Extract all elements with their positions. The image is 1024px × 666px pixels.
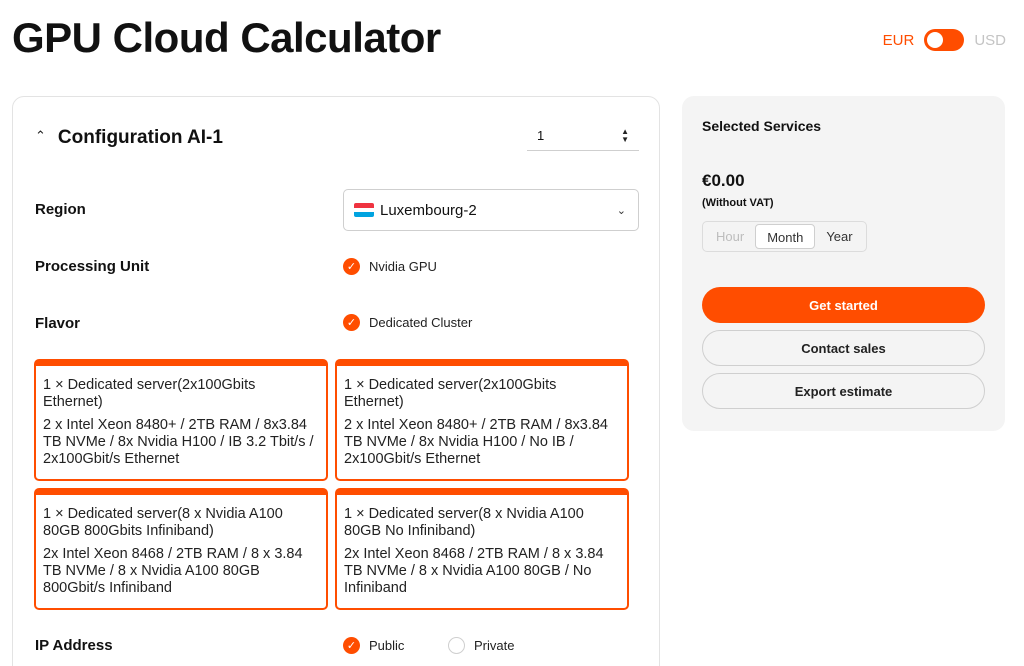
luxembourg-flag-icon <box>354 203 374 217</box>
chevron-down-icon: ⌄ <box>616 204 626 217</box>
currency-usd-label[interactable]: USD <box>974 32 1006 49</box>
quantity-value[interactable]: 1 <box>537 128 544 143</box>
configuration-title: Configuration AI-1 <box>57 127 223 148</box>
processing-option-label: Nvidia GPU <box>369 259 437 274</box>
flavor-option-dedicated[interactable]: ✓ Dedicated Cluster <box>343 314 472 331</box>
server-card-2[interactable]: 1 × Dedicated server(2x100Gbits Ethernet… <box>335 359 629 481</box>
ip-option-private[interactable]: Private <box>448 637 514 654</box>
chevron-up-icon[interactable]: ⌃ <box>35 128 46 144</box>
flavor-label: Flavor <box>35 315 81 332</box>
server-card-spec: 2x Intel Xeon 8468 / 2TB RAM / 8 x 3.84 … <box>43 546 303 596</box>
region-select[interactable]: Luxembourg-2 ⌄ <box>343 189 639 231</box>
server-card-title: 1 × Dedicated server(2x100Gbits Ethernet… <box>43 377 256 410</box>
toggle-knob <box>927 32 944 48</box>
server-card-spec: 2 x Intel Xeon 8480+ / 2TB RAM / 8x3.84 … <box>43 417 314 467</box>
vat-note: (Without VAT) <box>702 197 774 209</box>
period-month[interactable]: Month <box>755 224 816 249</box>
summary-title: Selected Services <box>702 118 822 134</box>
ip-private-label: Private <box>474 638 515 653</box>
page: GPU Cloud Calculator EUR USD ⌃ Configura… <box>0 0 1024 666</box>
flavor-option-label: Dedicated Cluster <box>369 315 473 330</box>
contact-sales-button[interactable]: Contact sales <box>702 330 985 366</box>
check-circle-icon[interactable]: ✓ <box>343 258 360 275</box>
region-label: Region <box>35 201 86 218</box>
ip-public-label: Public <box>369 638 405 653</box>
period-hour[interactable]: Hour <box>705 224 755 249</box>
export-estimate-button[interactable]: Export estimate <box>702 373 985 409</box>
stepper-arrows-icon[interactable]: ▲ ▼ <box>621 127 629 144</box>
configuration-panel: ⌃ Configuration AI-1 1 ▲ ▼ Region Luxembo… <box>12 96 660 666</box>
get-started-button[interactable]: Get started <box>702 287 985 323</box>
page-title: GPU Cloud Calculator <box>12 14 441 61</box>
total-price: €0.00 <box>702 171 745 190</box>
currency-toggle[interactable] <box>924 29 965 51</box>
period-year[interactable]: Year <box>815 224 863 249</box>
ip-address-label: IP Address <box>35 637 113 654</box>
server-card-1[interactable]: 1 × Dedicated server(2x100Gbits Ethernet… <box>34 359 328 481</box>
check-circle-icon[interactable]: ✓ <box>343 637 360 654</box>
radio-empty-icon[interactable] <box>448 637 465 654</box>
currency-eur-label[interactable]: EUR <box>883 32 915 49</box>
server-card-spec: 2 x Intel Xeon 8480+ / 2TB RAM / 8x3.84 … <box>344 417 608 467</box>
billing-period-selector: Hour Month Year <box>702 221 867 252</box>
currency-switch: EUR USD <box>883 29 1006 51</box>
server-card-title: 1 × Dedicated server(2x100Gbits Ethernet… <box>344 377 557 410</box>
processing-unit-label: Processing Unit <box>35 258 150 275</box>
quantity-stepper[interactable]: 1 ▲ ▼ <box>527 121 639 151</box>
configuration-header[interactable]: ⌃ Configuration AI-1 <box>35 127 223 149</box>
server-card-title: 1 × Dedicated server(8 x Nvidia A100 80G… <box>43 506 283 539</box>
selected-services-panel: Selected Services €0.00 (Without VAT) Ho… <box>682 96 1005 431</box>
server-card-spec: 2x Intel Xeon 8468 / 2TB RAM / 8 x 3.84 … <box>344 546 604 596</box>
processing-option-gpu[interactable]: ✓ Nvidia GPU <box>343 258 437 275</box>
check-circle-icon[interactable]: ✓ <box>343 314 360 331</box>
region-value: Luxembourg-2 <box>380 201 477 219</box>
server-card-3[interactable]: 1 × Dedicated server(8 x Nvidia A100 80G… <box>34 488 328 610</box>
server-card-title: 1 × Dedicated server(8 x Nvidia A100 80G… <box>344 506 584 539</box>
server-card-4[interactable]: 1 × Dedicated server(8 x Nvidia A100 80G… <box>335 488 629 610</box>
ip-option-public[interactable]: ✓ Public <box>343 637 404 654</box>
